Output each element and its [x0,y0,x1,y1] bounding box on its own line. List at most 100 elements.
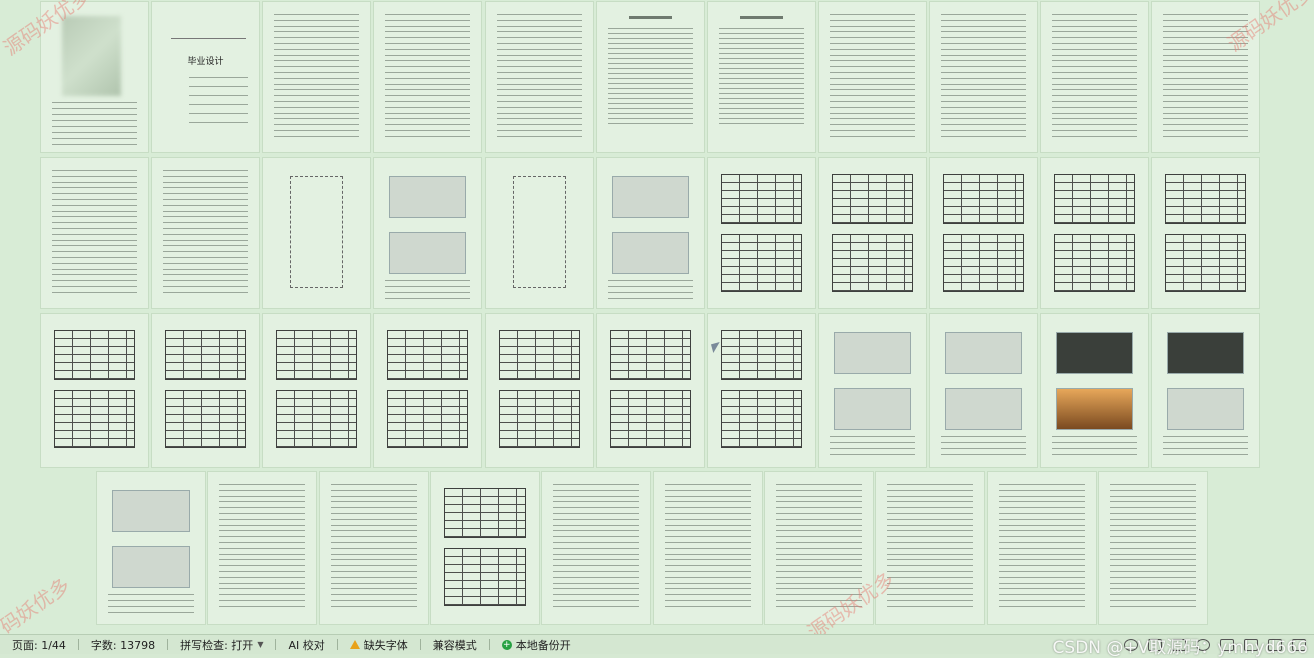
image-block [112,490,190,532]
page-thumbnail[interactable] [988,472,1096,624]
text-line [51,108,138,109]
text-line [1051,118,1138,120]
text-line [496,54,583,56]
page-indicator-label: 页面: 1/44 [12,638,66,652]
text-line [1109,507,1197,509]
page-indicator[interactable]: 页面: 1/44 [12,637,66,653]
text-line [384,292,471,293]
text-line [886,489,974,491]
document-canvas[interactable]: 毕业设计 [0,0,1314,634]
text-line [664,489,752,491]
table-block [498,390,581,448]
page-thumbnail[interactable] [597,158,704,308]
table-block [53,390,136,448]
page-thumbnail[interactable] [708,158,815,308]
text-line [496,25,583,27]
text-line [189,122,249,123]
page-thumbnail[interactable] [41,158,148,308]
text-line [218,484,306,485]
text-line [775,489,863,491]
page-thumbnail[interactable] [1041,2,1148,152]
ai-check-button[interactable]: AI 校对 [288,637,324,653]
page-thumbnail[interactable] [486,158,593,308]
page-thumbnail[interactable] [708,2,815,152]
page-thumbnail[interactable] [152,314,259,467]
text-line [384,54,471,56]
text-line [162,251,249,253]
page-thumbnail[interactable] [930,2,1037,152]
text-line [330,553,418,555]
spell-check-toggle[interactable]: 拼写检查: 打开 ▼ [180,637,263,653]
page-thumbnail[interactable] [263,2,370,152]
page-thumbnail[interactable] [654,472,762,624]
page-thumbnail[interactable] [1099,472,1207,624]
text-line [886,594,974,596]
toc-line [607,93,694,94]
text-line [496,95,583,97]
text-line [829,442,916,443]
page-thumbnail[interactable] [208,472,316,624]
text-line [886,565,974,567]
compat-mode-indicator[interactable]: 兼容模式 [433,637,477,653]
page-thumbnail[interactable] [320,472,428,624]
text-line [940,448,1027,449]
page-thumbnail[interactable] [819,2,926,152]
text-line [1162,124,1249,126]
page-thumbnail[interactable] [486,314,593,467]
text-line [330,501,418,503]
text-line [330,582,418,584]
page-thumbnail[interactable] [374,158,481,308]
page-thumbnail[interactable] [41,314,148,467]
text-line [829,25,916,27]
text-line [107,594,195,595]
page-thumbnail[interactable] [1041,158,1148,308]
text-line [664,571,752,572]
page-thumbnail[interactable] [597,2,704,152]
text-line [1051,124,1138,126]
page-thumbnail[interactable] [374,314,481,467]
page-thumbnail[interactable] [263,314,370,467]
page-thumbnail[interactable] [930,158,1037,308]
page-thumbnail[interactable] [708,314,815,467]
page-thumbnail[interactable] [152,158,259,308]
text-line [218,553,306,555]
page-thumbnail[interactable]: 毕业设计 [152,2,259,152]
separator [275,639,277,650]
page-thumbnail[interactable] [1041,314,1148,467]
page-thumbnail[interactable] [819,158,926,308]
text-line [51,144,138,145]
page-thumbnail[interactable] [431,472,539,624]
text-line [330,524,418,526]
text-line [940,89,1027,91]
page-thumbnail[interactable] [374,2,481,152]
backup-indicator[interactable]: + 本地备份开 [501,637,571,653]
page-thumbnail[interactable] [1152,158,1259,308]
text-line [384,77,471,79]
table-block [443,548,527,606]
text-line [51,126,138,127]
page-thumbnail[interactable] [819,314,926,467]
text-line [940,25,1027,27]
text-line [384,25,471,27]
text-line [51,239,138,241]
missing-font-button[interactable]: 缺失字体 [349,637,408,653]
page-thumbnail[interactable] [263,158,370,308]
page-thumbnail[interactable] [930,314,1037,467]
text-line [330,600,418,601]
text-line [1051,95,1138,97]
text-line [218,513,306,514]
page-thumbnail[interactable] [597,314,704,467]
text-line [51,193,138,195]
text-line [330,489,418,491]
page-thumbnail[interactable] [876,472,984,624]
toc-line [718,28,805,29]
text-line [829,60,916,62]
text-line [384,286,471,287]
word-count[interactable]: 字数: 13798 [91,637,155,653]
page-thumbnail[interactable] [1152,314,1259,467]
page-thumbnail[interactable] [486,2,593,152]
text-line [998,518,1086,520]
text-line [552,542,640,543]
page-thumbnail[interactable] [97,472,205,624]
page-thumbnail[interactable] [542,472,650,624]
